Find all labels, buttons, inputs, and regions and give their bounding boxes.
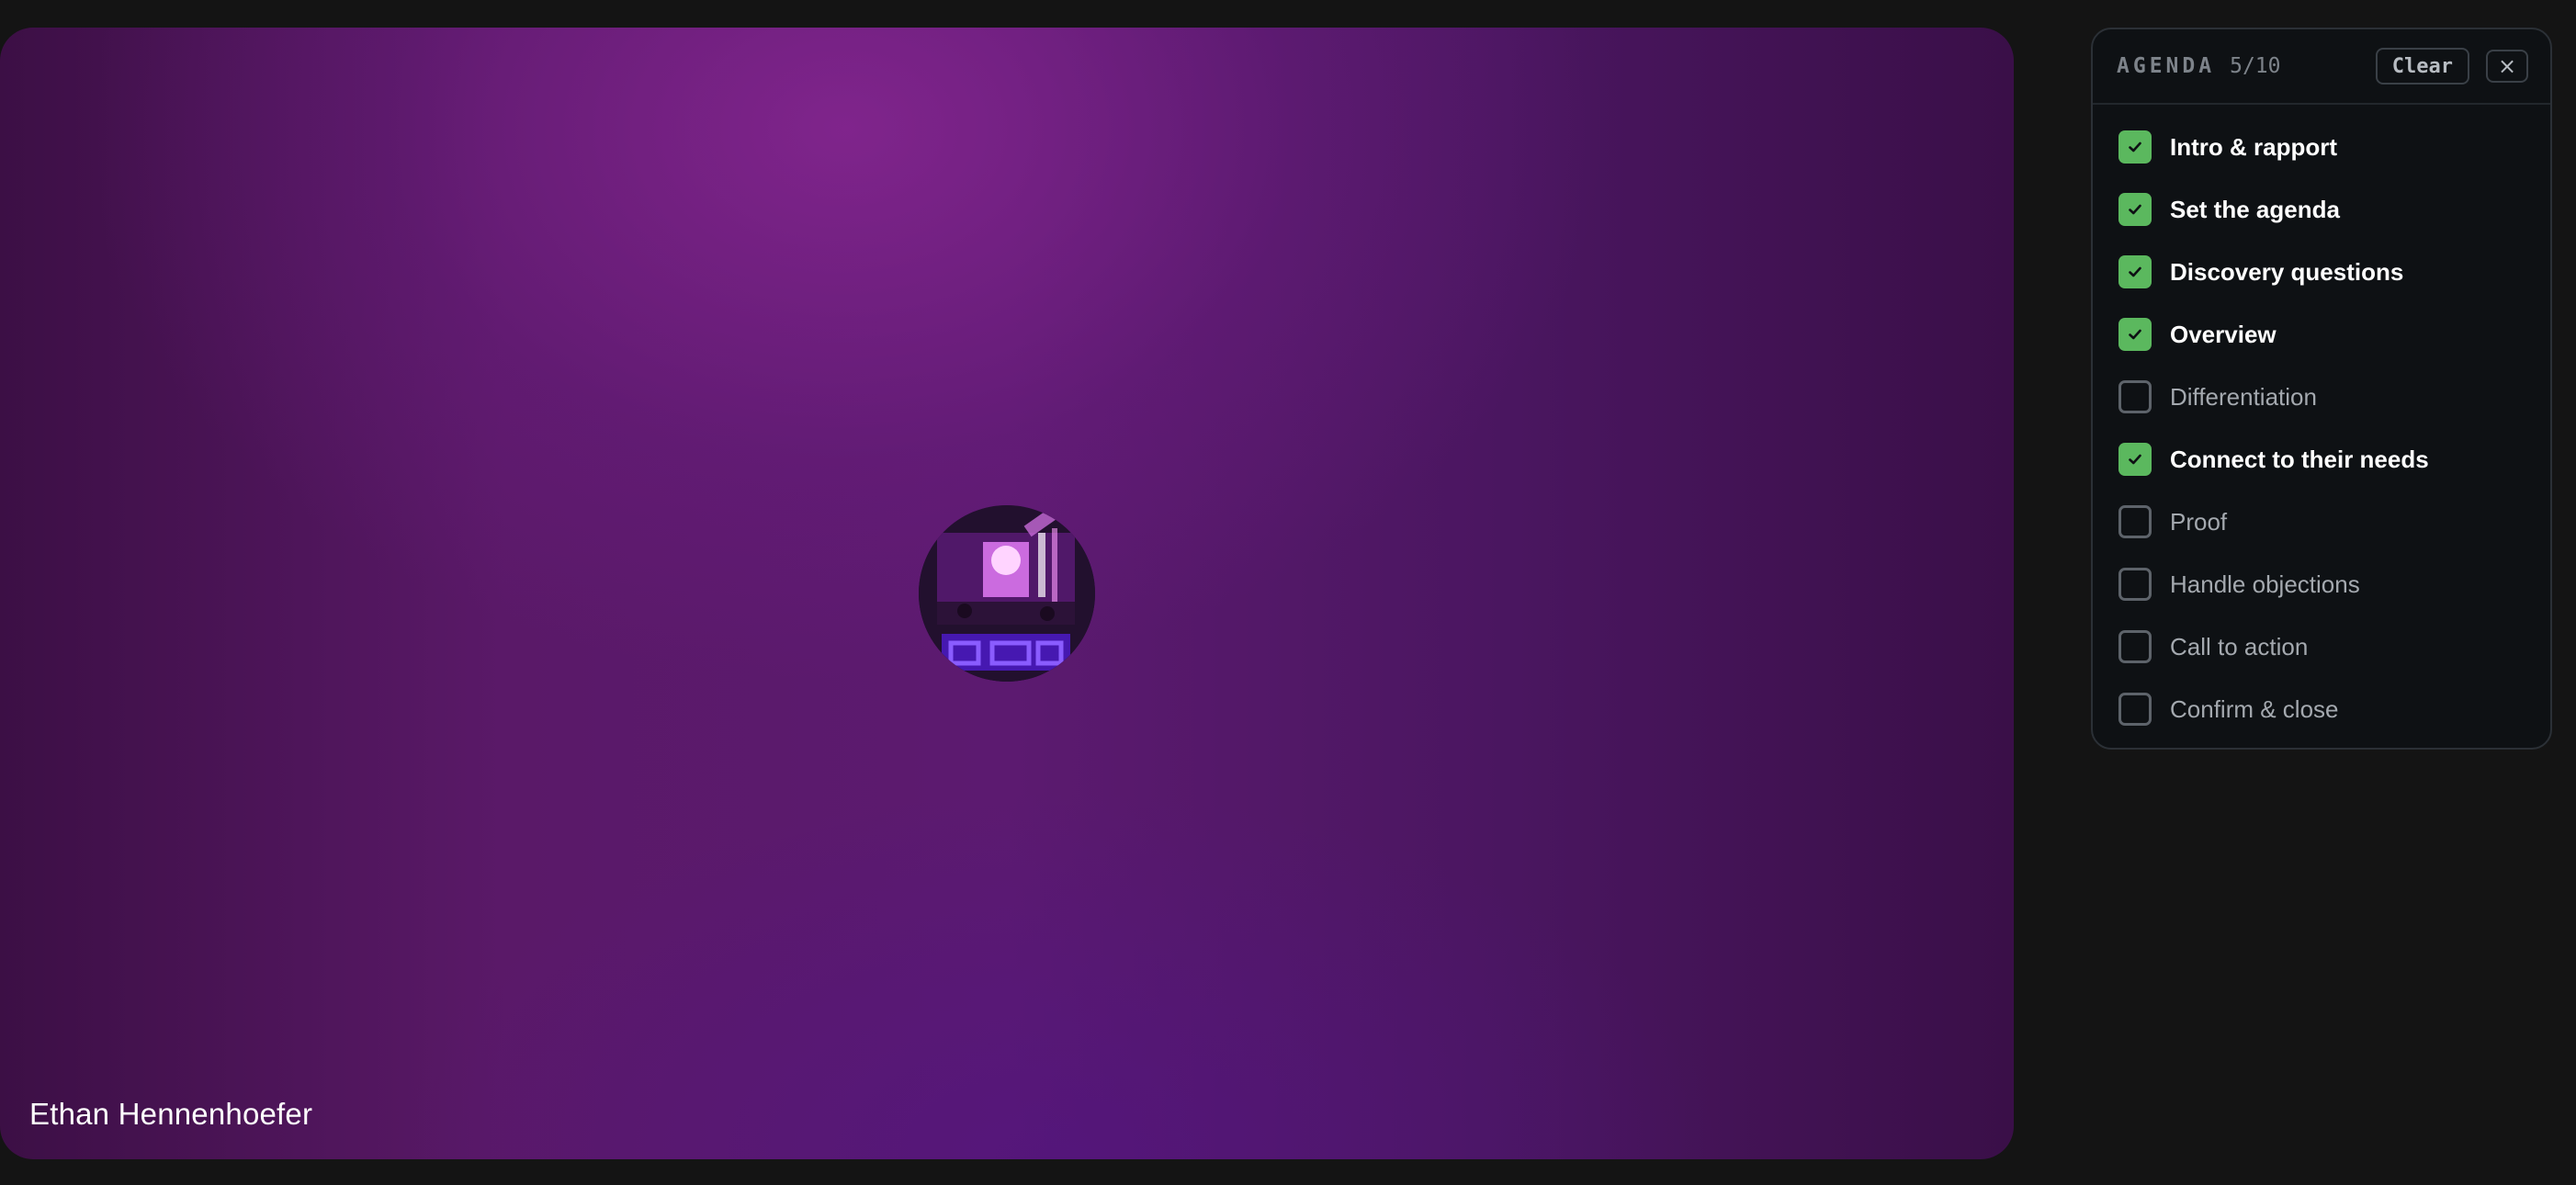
agenda-item[interactable]: Handle objections (2093, 553, 2550, 615)
agenda-item[interactable]: Call to action (2093, 615, 2550, 678)
check-icon (2129, 204, 2141, 215)
agenda-checkbox[interactable] (2118, 443, 2152, 476)
agenda-checkbox[interactable] (2118, 318, 2152, 351)
agenda-item[interactable]: Confirm & close (2093, 678, 2550, 740)
agenda-item-label: Connect to their needs (2170, 445, 2429, 473)
agenda-checkbox[interactable] (2118, 193, 2152, 226)
agenda-item-label: Handle objections (2170, 570, 2360, 598)
close-icon: × (2497, 53, 2517, 79)
agenda-progress-count: 5/10 (2230, 54, 2281, 78)
check-icon (2129, 266, 2141, 277)
agenda-item-label: Call to action (2170, 632, 2309, 660)
agenda-item[interactable]: Proof (2093, 491, 2550, 553)
agenda-checkbox[interactable] (2118, 380, 2152, 413)
agenda-header: AGENDA 5/10 Clear × (2093, 29, 2550, 105)
participant-name: Ethan Hennenhoefer (29, 1097, 313, 1131)
agenda-item[interactable]: Intro & rapport (2093, 116, 2550, 178)
agenda-title: AGENDA (2117, 54, 2216, 78)
agenda-item-label: Proof (2170, 507, 2228, 536)
agenda-item[interactable]: Differentiation (2093, 366, 2550, 428)
close-button[interactable]: × (2486, 50, 2528, 83)
check-icon (2129, 454, 2141, 465)
agenda-item[interactable]: Discovery questions (2093, 241, 2550, 303)
agenda-checkbox[interactable] (2118, 130, 2152, 164)
check-icon (2129, 329, 2141, 340)
agenda-item-label: Differentiation (2170, 382, 2317, 411)
agenda-checkbox[interactable] (2118, 630, 2152, 663)
check-icon (2129, 141, 2141, 152)
agenda-checkbox[interactable] (2118, 255, 2152, 288)
agenda-checkbox[interactable] (2118, 505, 2152, 538)
agenda-checkbox[interactable] (2118, 693, 2152, 726)
agenda-checkbox[interactable] (2118, 568, 2152, 601)
participant-avatar (919, 505, 1095, 682)
participant-video-tile[interactable]: Ethan Hennenhoefer (0, 28, 2014, 1159)
agenda-panel: AGENDA 5/10 Clear × Intro & rapport Set … (2091, 28, 2552, 750)
clear-button[interactable]: Clear (2375, 48, 2469, 85)
agenda-item-label: Discovery questions (2170, 257, 2404, 286)
agenda-list: Intro & rapport Set the agenda Discovery… (2093, 105, 2550, 740)
agenda-item[interactable]: Overview (2093, 303, 2550, 366)
agenda-item-label: Set the agenda (2170, 195, 2340, 223)
agenda-item[interactable]: Set the agenda (2093, 178, 2550, 241)
agenda-item[interactable]: Connect to their needs (2093, 428, 2550, 491)
agenda-item-label: Overview (2170, 320, 2277, 348)
agenda-item-label: Intro & rapport (2170, 132, 2337, 161)
avatar-image (919, 505, 1095, 682)
agenda-item-label: Confirm & close (2170, 694, 2339, 723)
